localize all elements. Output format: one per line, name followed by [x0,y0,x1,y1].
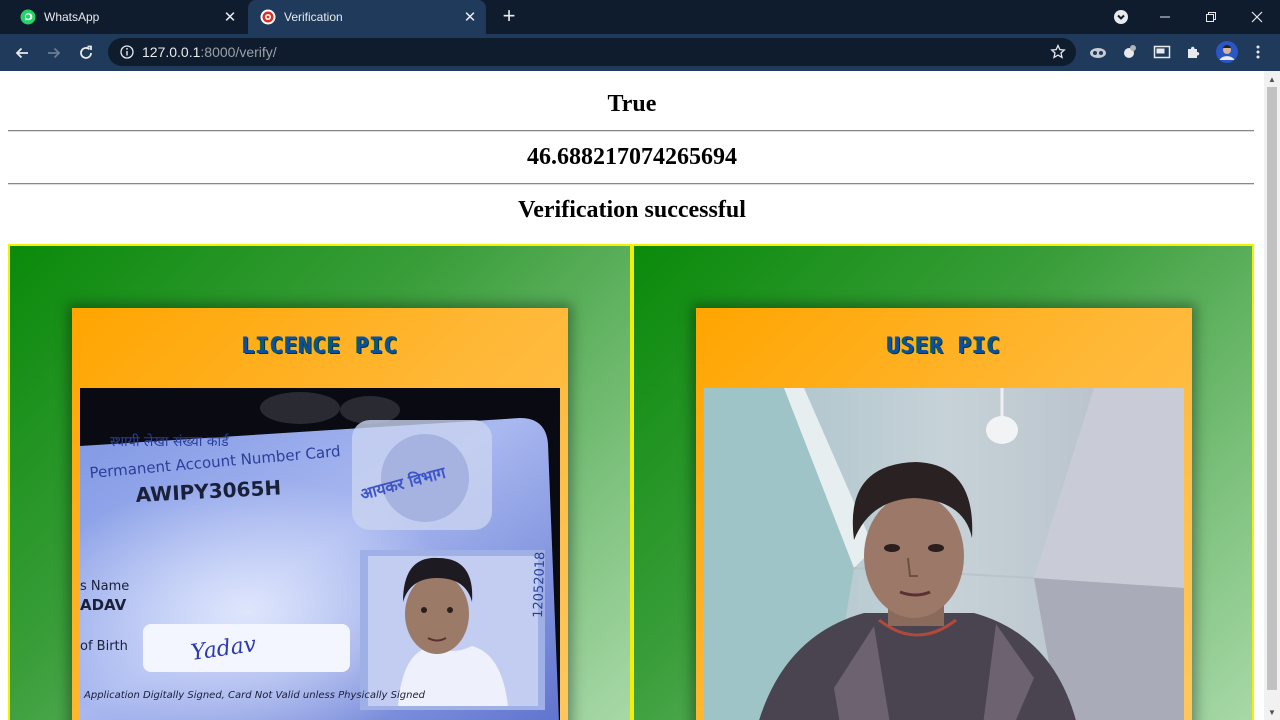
card-footer: Application Digitally Signed, Card Not V… [83,690,426,701]
match-result: True [607,91,657,117]
divider [8,183,1254,185]
tab-title: WhatsApp [44,10,100,24]
extension-icon[interactable] [1120,42,1140,62]
card-hindi-header: स्थायी लेखा संख्या कार्ड [110,433,230,450]
url-text: 127.0.0.1:8000/verify/ [142,44,277,60]
minimize-button[interactable] [1142,0,1188,34]
extensions-button[interactable] [1184,42,1204,62]
licence-panel: LICENCE PIC स्थायी लेखा संख्या कार्ड Per… [8,244,632,720]
scroll-down-arrow-icon[interactable]: ▼ [1264,704,1280,720]
new-tab-button[interactable]: + [498,5,520,28]
divider [8,130,1254,132]
bookmark-star-icon[interactable] [1050,44,1066,60]
webcam-image [704,388,1184,720]
media-extension-icon [1124,45,1136,58]
user-panel: USER PIC [632,244,1254,720]
reload-button[interactable] [72,39,100,67]
more-vertical-icon [1256,45,1260,59]
status-message: Verification successful [518,197,746,223]
name-label: s Name [80,579,129,594]
browser-toolbar: 127.0.0.1:8000/verify/ [0,34,1280,71]
close-icon [1251,11,1263,23]
name-value: ADAV [80,596,127,614]
distance-score: 46.688217074265694 [527,144,737,170]
picture-in-picture-button[interactable] [1152,42,1172,62]
tab-title: Verification [284,10,343,24]
ceiling-fan-icon [986,416,1018,444]
forward-button[interactable] [40,39,68,67]
profile-avatar[interactable] [1215,40,1239,64]
avatar-icon [1216,41,1238,63]
close-tab-icon[interactable]: ✕ [460,7,480,27]
licence-pic-title: LICENCE PIC [241,334,399,359]
licence-photo: स्थायी लेखा संख्या कार्ड Permanent Accou… [80,388,560,720]
arrow-right-icon [48,47,61,59]
card-side-number: 12052018 [531,551,548,618]
extension-icon[interactable] [1088,42,1108,62]
whatsapp-icon [20,9,36,25]
user-photo [704,388,1184,720]
url-host: 127.0.0.1 [142,44,201,60]
address-bar[interactable]: 127.0.0.1:8000/verify/ [108,38,1076,66]
user-pic-title: USER PIC [887,334,1001,359]
tab-verification[interactable]: Verification ✕ [248,0,486,34]
restore-button[interactable] [1188,0,1234,34]
minimize-icon [1160,16,1170,18]
browser-menu-button[interactable] [1248,42,1268,62]
scroll-up-arrow-icon[interactable]: ▲ [1264,71,1280,87]
tab-search-button[interactable] [1098,0,1144,34]
tab-whatsapp[interactable]: WhatsApp ✕ [8,0,246,34]
back-button[interactable] [8,39,36,67]
user-card: USER PIC [696,308,1192,720]
pan-card-image: स्थायी लेखा संख्या कार्ड Permanent Accou… [80,388,560,720]
close-tab-icon[interactable]: ✕ [220,7,240,27]
user-face [864,494,964,618]
site-favicon-icon [260,9,276,25]
url-path: :8000/verify/ [200,44,277,60]
restore-icon [1206,12,1216,22]
info-icon[interactable] [120,45,134,59]
page-viewport: True 46.688217074265694 Verification suc… [0,71,1264,720]
scrollbar-thumb[interactable] [1267,87,1277,690]
tab-strip: WhatsApp ✕ Verification ✕ + [0,0,1280,34]
reload-icon [80,45,92,59]
card-photo-face [405,574,469,654]
licence-card: LICENCE PIC स्थायी लेखा संख्या कार्ड Per… [72,308,568,720]
arrow-left-icon [15,47,28,59]
page-scrollbar[interactable]: ▲ ▼ [1264,71,1280,720]
close-window-button[interactable] [1234,0,1280,34]
picture-in-picture-icon [1153,45,1171,59]
birth-label: of Birth [80,639,128,654]
puzzle-icon [1188,46,1200,58]
cloud-extension-icon [1090,48,1106,58]
chevron-down-icon [1114,10,1128,24]
